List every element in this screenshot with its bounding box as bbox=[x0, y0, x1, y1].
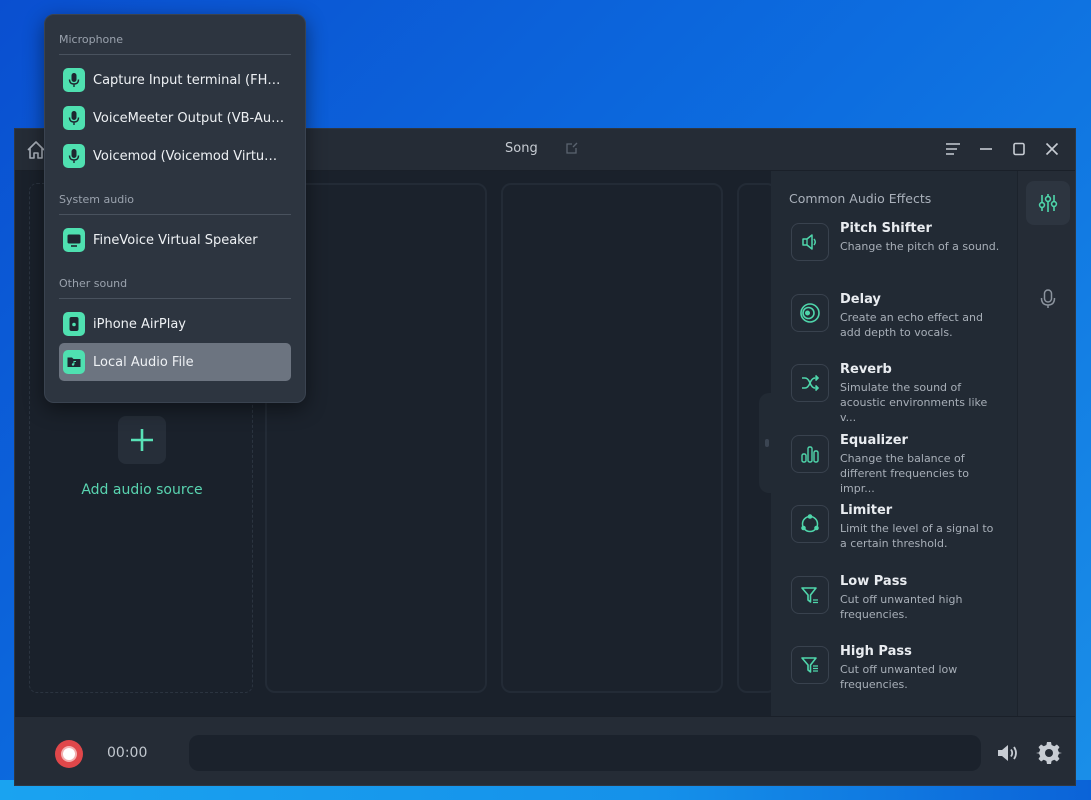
title-area: Song bbox=[505, 140, 580, 156]
effect-name: High Pass bbox=[840, 644, 912, 659]
filter-icon bbox=[791, 575, 829, 614]
rail-microphone-button[interactable] bbox=[1026, 277, 1070, 321]
effect-name: Delay bbox=[840, 291, 881, 307]
gear-icon bbox=[1036, 742, 1062, 764]
close-icon bbox=[1045, 142, 1059, 156]
dropdown-item-iphone-airplay[interactable]: iPhone AirPlay bbox=[59, 305, 291, 343]
dropdown-item-voicemod[interactable]: Voicemod (Voicemod Virtual... bbox=[59, 137, 291, 175]
microphone-icon bbox=[1040, 289, 1056, 308]
effect-name: Equalizer bbox=[840, 432, 908, 448]
plus-icon bbox=[131, 429, 153, 451]
dropdown-section-label: Other sound bbox=[59, 277, 128, 290]
divider bbox=[59, 298, 291, 299]
menu-button[interactable] bbox=[942, 138, 964, 160]
audio-source-dropdown: Microphone Capture Input terminal (FHD..… bbox=[44, 14, 306, 403]
effect-item-pitch-shifter[interactable]: Pitch Shifter Change the pitch of a soun… bbox=[783, 217, 1005, 288]
audio-source-slot bbox=[501, 183, 723, 693]
edit-icon bbox=[566, 142, 578, 154]
bars-icon bbox=[791, 434, 829, 473]
project-title: Song bbox=[505, 140, 538, 156]
sliders-icon bbox=[1038, 194, 1058, 212]
dropdown-item-finevoice-speaker[interactable]: FineVoice Virtual Speaker bbox=[59, 221, 291, 259]
effect-item-reverb[interactable]: Reverb Simulate the sound of acoustic en… bbox=[783, 358, 1005, 429]
effect-name: Reverb bbox=[840, 362, 892, 377]
filter-lines-icon bbox=[791, 646, 829, 684]
dropdown-item-local-audio-file[interactable]: Local Audio File bbox=[59, 343, 291, 381]
folder-music-icon bbox=[63, 350, 85, 374]
effects-list: Pitch Shifter Change the pitch of a soun… bbox=[783, 217, 1005, 711]
monitor-icon bbox=[63, 228, 85, 252]
shuffle-icon bbox=[791, 364, 829, 402]
effect-description: Change the balance of different frequenc… bbox=[840, 451, 969, 495]
record-icon bbox=[63, 748, 75, 760]
dropdown-item-capture-input[interactable]: Capture Input terminal (FHD... bbox=[59, 61, 291, 99]
dropdown-item-label: Capture Input terminal (FHD... bbox=[93, 72, 285, 88]
dropdown-item-label: FineVoice Virtual Speaker bbox=[93, 232, 258, 248]
effect-name: Low Pass bbox=[840, 573, 908, 589]
recording-timer: 00:00 bbox=[107, 745, 148, 761]
dropdown-item-label: Local Audio File bbox=[93, 354, 194, 370]
effect-item-high-pass[interactable]: High Pass Cut off unwanted low frequenci… bbox=[783, 640, 1005, 711]
minimize-icon bbox=[980, 148, 992, 150]
effect-name: Pitch Shifter bbox=[840, 221, 932, 236]
menu-icon bbox=[946, 143, 960, 155]
volume-icon bbox=[998, 745, 1017, 761]
effect-item-low-pass[interactable]: Low Pass Cut off unwanted high frequenci… bbox=[783, 570, 1005, 641]
side-rail bbox=[1017, 171, 1075, 716]
minimize-button[interactable] bbox=[975, 138, 997, 160]
dropdown-item-label: iPhone AirPlay bbox=[93, 316, 186, 332]
audio-track-bar[interactable] bbox=[189, 735, 981, 771]
effect-description: Change the pitch of a sound. bbox=[840, 240, 1000, 253]
add-audio-source-label[interactable]: Add audio source bbox=[30, 482, 254, 498]
effect-description: Cut off unwanted high frequencies. bbox=[840, 592, 963, 621]
echo-rings-icon bbox=[791, 293, 829, 332]
effect-description: Cut off unwanted low frequencies. bbox=[840, 663, 958, 691]
volume-button[interactable] bbox=[995, 741, 1021, 765]
effect-item-limiter[interactable]: Limiter Limit the level of a signal to a… bbox=[783, 499, 1005, 570]
effect-description: Simulate the sound of acoustic environme… bbox=[840, 381, 988, 424]
window-controls bbox=[942, 138, 1063, 160]
effect-name: Limiter bbox=[840, 503, 893, 518]
microphone-icon bbox=[63, 144, 85, 168]
effect-item-delay[interactable]: Delay Create an echo effect and add dept… bbox=[783, 288, 1005, 359]
settings-button[interactable] bbox=[1036, 740, 1062, 766]
effects-panel: Common Audio Effects Pitch Shifter Chang… bbox=[771, 171, 1017, 716]
dropdown-item-label: VoiceMeeter Output (VB-Audi... bbox=[93, 110, 285, 126]
cycle-icon bbox=[791, 505, 829, 543]
effect-item-equalizer[interactable]: Equalizer Change the balance of differen… bbox=[783, 429, 1005, 500]
effect-description: Create an echo effect and add depth to v… bbox=[840, 310, 983, 339]
dropdown-section-label: System audio bbox=[59, 193, 134, 206]
close-button[interactable] bbox=[1041, 138, 1063, 160]
add-audio-source-button[interactable] bbox=[118, 416, 166, 464]
maximize-icon bbox=[1013, 142, 1025, 156]
microphone-icon bbox=[63, 68, 85, 92]
divider bbox=[59, 54, 291, 55]
effects-panel-title: Common Audio Effects bbox=[789, 191, 932, 206]
dropdown-item-voicemeeter-output[interactable]: VoiceMeeter Output (VB-Audi... bbox=[59, 99, 291, 137]
edit-title-button[interactable] bbox=[564, 140, 580, 156]
rail-effects-button[interactable] bbox=[1026, 181, 1070, 225]
dropdown-section-label: Microphone bbox=[59, 33, 124, 46]
bottom-control-bar: 00:00 bbox=[15, 716, 1075, 785]
speaker-icon bbox=[791, 223, 829, 261]
divider bbox=[59, 214, 291, 215]
record-button[interactable] bbox=[55, 740, 83, 768]
microphone-icon bbox=[63, 106, 85, 130]
maximize-button[interactable] bbox=[1008, 138, 1030, 160]
dropdown-item-label: Voicemod (Voicemod Virtual... bbox=[93, 148, 285, 164]
effect-description: Limit the level of a signal to a certain… bbox=[840, 522, 994, 550]
phone-icon bbox=[63, 312, 85, 336]
